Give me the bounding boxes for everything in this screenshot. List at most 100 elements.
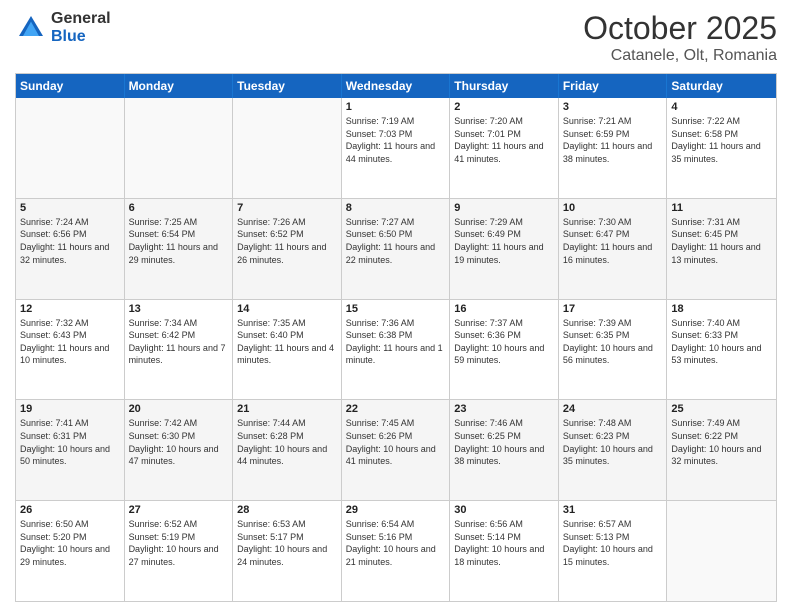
day-number: 3	[563, 101, 663, 113]
day-info: Sunrise: 7:27 AM Sunset: 6:50 PM Dayligh…	[346, 216, 446, 266]
day-cell-11: 11Sunrise: 7:31 AM Sunset: 6:45 PM Dayli…	[667, 199, 776, 299]
day-cell-31: 31 Sunrise: 6:57 AM Sunset: 5:13 PM Dayli…	[559, 501, 668, 601]
day-cell-16: 16 Sunrise: 7:37 AM Sunset: 6:36 PM Dayli…	[450, 300, 559, 400]
day-info: Sunrise: 7:29 AM Sunset: 6:49 PM Dayligh…	[454, 216, 554, 266]
day-cell-30: 30 Sunrise: 6:56 AM Sunset: 5:14 PM Dayli…	[450, 501, 559, 601]
day-cell-18: 18Sunrise: 7:40 AM Sunset: 6:33 PM Dayli…	[667, 300, 776, 400]
header-day-sunday: Sunday	[16, 74, 125, 98]
day-number: 6	[129, 202, 229, 214]
logo-general: General	[51, 10, 111, 28]
day-cell-3: 3 Sunrise: 7:21 AM Sunset: 6:59 PM Daylig…	[559, 98, 668, 198]
day-info: Sunrise: 7:21 AM Sunset: 6:59 PM Dayligh…	[563, 115, 663, 165]
title-block: October 2025 Catanele, Olt, Romania	[583, 10, 777, 65]
day-cell-24: 24 Sunrise: 7:48 AM Sunset: 6:23 PM Dayli…	[559, 400, 668, 500]
day-info: Sunrise: 6:52 AM Sunset: 5:19 PM Dayligh…	[129, 518, 229, 568]
day-number: 18	[671, 303, 772, 315]
day-number: 15	[346, 303, 446, 315]
day-number: 31	[563, 504, 663, 516]
day-info: Sunrise: 6:56 AM Sunset: 5:14 PM Dayligh…	[454, 518, 554, 568]
day-number: 5	[20, 202, 120, 214]
empty-cell	[16, 98, 125, 198]
day-cell-27: 27Sunrise: 6:52 AM Sunset: 5:19 PM Dayli…	[125, 501, 234, 601]
day-info: Sunrise: 7:34 AM Sunset: 6:42 PM Dayligh…	[129, 317, 229, 367]
day-number: 22	[346, 403, 446, 415]
week-row-3: 12Sunrise: 7:32 AM Sunset: 6:43 PM Dayli…	[16, 299, 776, 400]
day-number: 26	[20, 504, 120, 516]
logo-icon	[15, 12, 47, 44]
week-row-1: 1 Sunrise: 7:19 AM Sunset: 7:03 PM Daylig…	[16, 98, 776, 198]
day-number: 16	[454, 303, 554, 315]
day-cell-5: 5 Sunrise: 7:24 AM Sunset: 6:56 PM Daylig…	[16, 199, 125, 299]
week-row-5: 26 Sunrise: 6:50 AM Sunset: 5:20 PM Dayli…	[16, 500, 776, 601]
day-info: Sunrise: 6:50 AM Sunset: 5:20 PM Dayligh…	[20, 518, 120, 568]
day-number: 12	[20, 303, 120, 315]
week-row-4: 19Sunrise: 7:41 AM Sunset: 6:31 PM Dayli…	[16, 399, 776, 500]
day-number: 2	[454, 101, 554, 113]
day-cell-2: 2Sunrise: 7:20 AM Sunset: 7:01 PM Daylig…	[450, 98, 559, 198]
header: General Blue October 2025 Catanele, Olt,…	[15, 10, 777, 65]
month-year: October 2025	[583, 10, 777, 47]
day-info: Sunrise: 7:24 AM Sunset: 6:56 PM Dayligh…	[20, 216, 120, 266]
day-cell-9: 9 Sunrise: 7:29 AM Sunset: 6:49 PM Daylig…	[450, 199, 559, 299]
day-info: Sunrise: 7:48 AM Sunset: 6:23 PM Dayligh…	[563, 417, 663, 467]
day-number: 1	[346, 101, 446, 113]
day-info: Sunrise: 7:36 AM Sunset: 6:38 PM Dayligh…	[346, 317, 446, 367]
day-number: 29	[346, 504, 446, 516]
logo-blue: Blue	[51, 28, 111, 46]
day-cell-17: 17Sunrise: 7:39 AM Sunset: 6:35 PM Dayli…	[559, 300, 668, 400]
day-number: 7	[237, 202, 337, 214]
day-number: 28	[237, 504, 337, 516]
header-day-friday: Friday	[559, 74, 668, 98]
week-row-2: 5 Sunrise: 7:24 AM Sunset: 6:56 PM Daylig…	[16, 198, 776, 299]
day-info: Sunrise: 7:19 AM Sunset: 7:03 PM Dayligh…	[346, 115, 446, 165]
day-number: 9	[454, 202, 554, 214]
day-number: 30	[454, 504, 554, 516]
day-cell-28: 28Sunrise: 6:53 AM Sunset: 5:17 PM Dayli…	[233, 501, 342, 601]
day-info: Sunrise: 6:57 AM Sunset: 5:13 PM Dayligh…	[563, 518, 663, 568]
day-info: Sunrise: 7:35 AM Sunset: 6:40 PM Dayligh…	[237, 317, 337, 367]
day-cell-1: 1 Sunrise: 7:19 AM Sunset: 7:03 PM Daylig…	[342, 98, 451, 198]
day-cell-6: 6 Sunrise: 7:25 AM Sunset: 6:54 PM Daylig…	[125, 199, 234, 299]
day-info: Sunrise: 6:54 AM Sunset: 5:16 PM Dayligh…	[346, 518, 446, 568]
day-info: Sunrise: 7:39 AM Sunset: 6:35 PM Dayligh…	[563, 317, 663, 367]
day-info: Sunrise: 7:26 AM Sunset: 6:52 PM Dayligh…	[237, 216, 337, 266]
day-number: 25	[671, 403, 772, 415]
day-info: Sunrise: 7:37 AM Sunset: 6:36 PM Dayligh…	[454, 317, 554, 367]
calendar: SundayMondayTuesdayWednesdayThursdayFrid…	[15, 73, 777, 602]
header-day-monday: Monday	[125, 74, 234, 98]
header-day-tuesday: Tuesday	[233, 74, 342, 98]
day-cell-13: 13 Sunrise: 7:34 AM Sunset: 6:42 PM Dayli…	[125, 300, 234, 400]
day-cell-25: 25 Sunrise: 7:49 AM Sunset: 6:22 PM Dayli…	[667, 400, 776, 500]
day-cell-14: 14Sunrise: 7:35 AM Sunset: 6:40 PM Dayli…	[233, 300, 342, 400]
page: General Blue October 2025 Catanele, Olt,…	[0, 0, 792, 612]
calendar-header: SundayMondayTuesdayWednesdayThursdayFrid…	[16, 74, 776, 98]
logo: General Blue	[15, 10, 111, 45]
day-cell-29: 29 Sunrise: 6:54 AM Sunset: 5:16 PM Dayli…	[342, 501, 451, 601]
day-cell-8: 8 Sunrise: 7:27 AM Sunset: 6:50 PM Daylig…	[342, 199, 451, 299]
day-info: Sunrise: 7:25 AM Sunset: 6:54 PM Dayligh…	[129, 216, 229, 266]
day-info: Sunrise: 7:49 AM Sunset: 6:22 PM Dayligh…	[671, 417, 772, 467]
day-cell-10: 10Sunrise: 7:30 AM Sunset: 6:47 PM Dayli…	[559, 199, 668, 299]
day-cell-22: 22 Sunrise: 7:45 AM Sunset: 6:26 PM Dayli…	[342, 400, 451, 500]
day-cell-7: 7 Sunrise: 7:26 AM Sunset: 6:52 PM Daylig…	[233, 199, 342, 299]
day-info: Sunrise: 7:45 AM Sunset: 6:26 PM Dayligh…	[346, 417, 446, 467]
day-number: 13	[129, 303, 229, 315]
day-number: 4	[671, 101, 772, 113]
day-number: 23	[454, 403, 554, 415]
day-cell-15: 15 Sunrise: 7:36 AM Sunset: 6:38 PM Dayli…	[342, 300, 451, 400]
empty-cell	[667, 501, 776, 601]
header-day-thursday: Thursday	[450, 74, 559, 98]
day-cell-12: 12Sunrise: 7:32 AM Sunset: 6:43 PM Dayli…	[16, 300, 125, 400]
day-info: Sunrise: 7:44 AM Sunset: 6:28 PM Dayligh…	[237, 417, 337, 467]
day-info: Sunrise: 7:22 AM Sunset: 6:58 PM Dayligh…	[671, 115, 772, 165]
empty-cell	[233, 98, 342, 198]
day-number: 24	[563, 403, 663, 415]
calendar-body: 1 Sunrise: 7:19 AM Sunset: 7:03 PM Daylig…	[16, 98, 776, 601]
day-cell-4: 4 Sunrise: 7:22 AM Sunset: 6:58 PM Daylig…	[667, 98, 776, 198]
day-number: 8	[346, 202, 446, 214]
day-number: 21	[237, 403, 337, 415]
day-cell-23: 23 Sunrise: 7:46 AM Sunset: 6:25 PM Dayli…	[450, 400, 559, 500]
day-cell-26: 26 Sunrise: 6:50 AM Sunset: 5:20 PM Dayli…	[16, 501, 125, 601]
location: Catanele, Olt, Romania	[583, 47, 777, 65]
day-info: Sunrise: 7:46 AM Sunset: 6:25 PM Dayligh…	[454, 417, 554, 467]
